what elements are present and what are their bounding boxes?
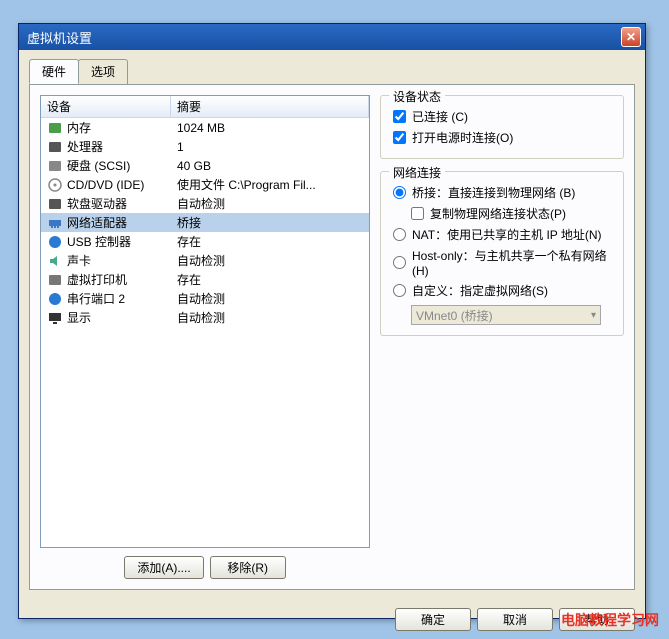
hardware-row[interactable]: CD/DVD (IDE) 使用文件 C:\Program Fil... bbox=[41, 175, 369, 194]
hardware-row-name: 软盘驱动器 bbox=[67, 195, 127, 212]
remove-button[interactable]: 移除(R) bbox=[210, 556, 286, 579]
sound-icon bbox=[47, 253, 63, 269]
radio-bridged[interactable]: 桥接：直接连接到物理网络 (B) bbox=[393, 182, 613, 203]
tab-bar: 硬件 选项 bbox=[29, 59, 635, 85]
hardware-row[interactable]: 虚拟打印机 存在 bbox=[41, 270, 369, 289]
col-device[interactable]: 设备 bbox=[41, 96, 171, 117]
vm-settings-dialog: 虚拟机设置 ✕ 硬件 选项 设备 摘要 内存 1024 MB 处理器 1 硬盘 (SCS… bbox=[18, 23, 646, 619]
memory-icon bbox=[47, 120, 63, 136]
dialog-title: 虚拟机设置 bbox=[27, 28, 92, 47]
hardware-row-name: 网络适配器 bbox=[67, 214, 127, 231]
chk-replicate[interactable]: 复制物理网络连接状态(P) bbox=[393, 203, 613, 224]
radio-custom-label: 自定义：指定虚拟网络(S) bbox=[412, 282, 548, 299]
hardware-row[interactable]: 处理器 1 bbox=[41, 137, 369, 156]
chk-connect-poweron-input[interactable] bbox=[393, 131, 406, 144]
chk-connect-poweron-label: 打开电源时连接(O) bbox=[412, 129, 513, 146]
vnet-select-label: VMnet0 (桥接) bbox=[416, 307, 493, 324]
dialog-footer: 确定 取消 帮助 bbox=[19, 600, 645, 639]
display-icon bbox=[47, 310, 63, 326]
hardware-row[interactable]: USB 控制器 存在 bbox=[41, 232, 369, 251]
tab-panel: 设备 摘要 内存 1024 MB 处理器 1 硬盘 (SCSI) 40 GB CD/DVD … bbox=[29, 84, 635, 590]
radio-nat[interactable]: NAT：使用已共享的主机 IP 地址(N) bbox=[393, 224, 613, 245]
add-button[interactable]: 添加(A).... bbox=[124, 556, 203, 579]
right-column: 设备状态 已连接 (C) 打开电源时连接(O) 网络连接 桥接：直接连接到物理网… bbox=[380, 95, 624, 579]
hardware-row-summary: 1 bbox=[173, 140, 367, 154]
hardware-row-summary: 使用文件 C:\Program Fil... bbox=[173, 176, 367, 193]
hardware-row-name: 显示 bbox=[67, 309, 91, 326]
ok-button[interactable]: 确定 bbox=[395, 608, 471, 631]
hardware-row-summary: 存在 bbox=[173, 271, 367, 288]
group-device-status: 设备状态 已连接 (C) 打开电源时连接(O) bbox=[380, 95, 624, 159]
radio-custom-input[interactable] bbox=[393, 284, 406, 297]
vnet-select[interactable]: VMnet0 (桥接) ▾ bbox=[411, 305, 601, 325]
chk-replicate-input[interactable] bbox=[411, 207, 424, 220]
radio-bridged-input[interactable] bbox=[393, 186, 406, 199]
hardware-row-name: CD/DVD (IDE) bbox=[67, 178, 144, 192]
hardware-row[interactable]: 硬盘 (SCSI) 40 GB bbox=[41, 156, 369, 175]
group-device-status-title: 设备状态 bbox=[389, 88, 445, 105]
hardware-row-summary: 自动检测 bbox=[173, 252, 367, 269]
hardware-row-summary: 自动检测 bbox=[173, 309, 367, 326]
group-network-conn-title: 网络连接 bbox=[389, 164, 445, 181]
close-button[interactable]: ✕ bbox=[621, 27, 641, 47]
radio-hostonly-input[interactable] bbox=[393, 256, 406, 269]
radio-nat-label: NAT：使用已共享的主机 IP 地址(N) bbox=[412, 226, 602, 243]
tab-hardware[interactable]: 硬件 bbox=[29, 59, 79, 84]
hardware-rows: 内存 1024 MB 处理器 1 硬盘 (SCSI) 40 GB CD/DVD (IDE) 使… bbox=[41, 118, 369, 327]
hardware-row-name: 内存 bbox=[67, 119, 91, 136]
hardware-row-name: 处理器 bbox=[67, 138, 103, 155]
group-network-conn: 网络连接 桥接：直接连接到物理网络 (B) 复制物理网络连接状态(P) NAT：… bbox=[380, 171, 624, 336]
hardware-row-summary: 40 GB bbox=[173, 159, 367, 173]
help-button[interactable]: 帮助 bbox=[559, 608, 635, 631]
hardware-row-name: 串行端口 2 bbox=[67, 290, 125, 307]
chk-replicate-label: 复制物理网络连接状态(P) bbox=[430, 205, 566, 222]
hardware-row-summary: 1024 MB bbox=[173, 121, 367, 135]
hardware-row[interactable]: 显示 自动检测 bbox=[41, 308, 369, 327]
hardware-row-name: 声卡 bbox=[67, 252, 91, 269]
usb-icon bbox=[47, 234, 63, 250]
hardware-list: 设备 摘要 内存 1024 MB 处理器 1 硬盘 (SCSI) 40 GB CD/DVD … bbox=[40, 95, 370, 548]
floppy-icon bbox=[47, 196, 63, 212]
chk-connected-label: 已连接 (C) bbox=[412, 108, 468, 125]
hardware-list-header: 设备 摘要 bbox=[41, 96, 369, 118]
titlebar[interactable]: 虚拟机设置 ✕ bbox=[19, 24, 645, 50]
hardware-row[interactable]: 网络适配器 桥接 bbox=[41, 213, 369, 232]
serial-icon bbox=[47, 291, 63, 307]
radio-bridged-label: 桥接：直接连接到物理网络 (B) bbox=[412, 184, 575, 201]
cpu-icon bbox=[47, 139, 63, 155]
hardware-row[interactable]: 声卡 自动检测 bbox=[41, 251, 369, 270]
content: 硬件 选项 设备 摘要 内存 1024 MB 处理器 1 硬盘 (SCSI) 40 GB C… bbox=[19, 50, 645, 600]
hardware-row-summary: 自动检测 bbox=[173, 195, 367, 212]
hardware-row-name: 虚拟打印机 bbox=[67, 271, 127, 288]
chk-connect-poweron[interactable]: 打开电源时连接(O) bbox=[393, 127, 613, 148]
cancel-button[interactable]: 取消 bbox=[477, 608, 553, 631]
chk-connected-input[interactable] bbox=[393, 110, 406, 123]
radio-hostonly-label: Host-only：与主机共享一个私有网络(H) bbox=[412, 247, 613, 278]
hardware-row-summary: 存在 bbox=[173, 233, 367, 250]
hardware-row[interactable]: 内存 1024 MB bbox=[41, 118, 369, 137]
cd-icon bbox=[47, 177, 63, 193]
chevron-down-icon: ▾ bbox=[591, 310, 596, 321]
disk-icon bbox=[47, 158, 63, 174]
hardware-row-summary: 自动检测 bbox=[173, 290, 367, 307]
chk-connected[interactable]: 已连接 (C) bbox=[393, 106, 613, 127]
printer-icon bbox=[47, 272, 63, 288]
left-column: 设备 摘要 内存 1024 MB 处理器 1 硬盘 (SCSI) 40 GB CD/DVD … bbox=[40, 95, 370, 579]
hardware-row[interactable]: 串行端口 2 自动检测 bbox=[41, 289, 369, 308]
radio-nat-input[interactable] bbox=[393, 228, 406, 241]
col-summary[interactable]: 摘要 bbox=[171, 96, 369, 117]
hardware-buttons: 添加(A).... 移除(R) bbox=[40, 548, 370, 579]
radio-hostonly[interactable]: Host-only：与主机共享一个私有网络(H) bbox=[393, 245, 613, 280]
tab-options[interactable]: 选项 bbox=[78, 59, 128, 84]
radio-custom[interactable]: 自定义：指定虚拟网络(S) bbox=[393, 280, 613, 301]
nic-icon bbox=[47, 215, 63, 231]
hardware-row-name: USB 控制器 bbox=[67, 233, 131, 250]
hardware-row-name: 硬盘 (SCSI) bbox=[67, 157, 130, 174]
hardware-row[interactable]: 软盘驱动器 自动检测 bbox=[41, 194, 369, 213]
hardware-row-summary: 桥接 bbox=[173, 214, 367, 231]
